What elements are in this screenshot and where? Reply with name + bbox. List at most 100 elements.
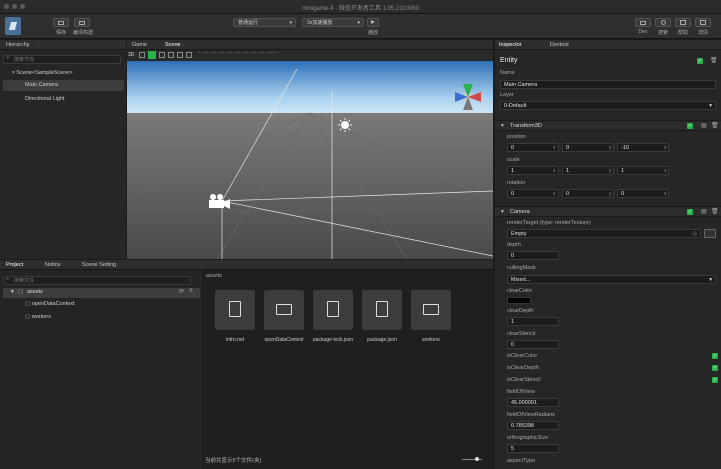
file-name: package.json [367, 337, 397, 343]
save-button[interactable] [53, 18, 69, 27]
scene-toolbar: 3D [127, 50, 493, 60]
search-icon [660, 20, 666, 25]
window-title: minigame-II - 微信开发者工具 1.05.2110050 [302, 6, 419, 12]
tree-item-assets[interactable]: ▾ ▢ assets ⟳ ≡ [3, 288, 200, 298]
tab-hierarchy[interactable]: Hierarchy [6, 40, 30, 50]
depth-input[interactable]: 0 [507, 251, 559, 260]
tree-item-main-camera[interactable]: Main Camera [3, 80, 124, 91]
file-item[interactable]: package-lock.json [307, 290, 359, 348]
detail-button[interactable] [695, 18, 711, 27]
tree-item-directional-light[interactable]: Directional Light [25, 96, 64, 102]
entity-active-checkbox[interactable]: ✓ [697, 58, 703, 64]
dev-button[interactable] [635, 18, 651, 27]
rotation-z-input[interactable]: 0 [617, 189, 669, 198]
tree-item-label: Scene<SampleScene> [16, 70, 73, 76]
is-clear-depth-label: isClearDepth [507, 365, 539, 371]
run-mode-dropdown[interactable]: 普通运行 ▾ [233, 18, 296, 27]
scale-z-input[interactable]: 1 [617, 166, 669, 175]
file-thumb [362, 290, 402, 330]
name-input[interactable]: Main Camera [500, 80, 716, 89]
build-icon [79, 21, 85, 25]
copy-icon[interactable]: ▤ [701, 122, 707, 129]
scale-y-input[interactable]: 1 [562, 166, 614, 175]
tab-notice[interactable]: Notice [45, 260, 61, 270]
scene-panel: Game Scene 3D [127, 40, 493, 259]
scene-viewport[interactable] [127, 61, 493, 259]
rotation-y-input[interactable]: 0 [562, 189, 614, 198]
clear-depth-input[interactable]: 1 [507, 317, 559, 326]
help-button[interactable] [675, 18, 691, 27]
tab-scene[interactable]: Scene [165, 40, 181, 50]
zoom-slider-handle[interactable] [475, 457, 479, 461]
hand-tool-icon[interactable] [139, 52, 145, 58]
chevron-down-icon: ▾ [501, 123, 504, 129]
tab-menu-icon[interactable]: ⋮ [36, 40, 42, 50]
culling-mask-label: cullingMask [507, 265, 536, 271]
position-y-axis-label: y [609, 145, 612, 151]
position-z-input[interactable]: -10 [617, 143, 669, 152]
project-panel: Project Notice Scene Setting 搜索文件 ⌕ ▾ ▢ … [0, 260, 493, 469]
camera-section-header[interactable]: ▾ Camera ✓ ▤ 🗑 [495, 206, 721, 217]
fov-input[interactable]: 45.000001 [507, 398, 559, 407]
refresh-icon[interactable]: ⟳ [179, 288, 184, 295]
layer-value: 0-Default [504, 103, 527, 109]
tab-game[interactable]: Game [132, 40, 147, 50]
clear-color-swatch[interactable] [507, 297, 531, 304]
scale-x-input[interactable]: 1 [507, 166, 559, 175]
scale-tool-icon[interactable] [168, 52, 174, 58]
file-item[interactable]: package.json [356, 290, 408, 348]
tree-item-workers[interactable]: ▢ workers [25, 314, 51, 320]
transform-tool-icon[interactable] [186, 52, 192, 58]
copy-icon[interactable]: ▤ [701, 208, 707, 215]
file-item[interactable]: intro.md [209, 290, 261, 348]
detail-label: 详情 [697, 30, 708, 36]
delete-icon[interactable]: 🗑 [710, 57, 718, 64]
is-clear-stencil-checkbox[interactable]: ✓ [712, 377, 718, 383]
is-clear-depth-checkbox[interactable]: ✓ [712, 365, 718, 371]
tree-item-label: openDataContext [31, 301, 75, 307]
project-search-input[interactable]: 搜索文件 [3, 276, 191, 285]
chevron-down-icon: ▾ [357, 20, 360, 26]
file-item[interactable]: workers [405, 290, 457, 348]
position-y-input[interactable]: 0 [562, 143, 614, 152]
tab-inspector[interactable]: Inspector [499, 40, 522, 50]
move-tool-icon[interactable] [148, 51, 156, 59]
delete-icon[interactable]: 🗑 [711, 122, 719, 129]
rect-tool-icon[interactable] [177, 52, 183, 58]
sky [127, 61, 493, 113]
target-icon: ◎ [692, 231, 697, 237]
tab-scene-setting[interactable]: Scene Setting [82, 260, 116, 270]
inspector-panel: Inspector Devtool Entity ✓ 🗑 Name Main C… [495, 40, 721, 469]
culling-mask-dropdown[interactable]: Mixed... ▾ [507, 275, 716, 284]
mode-3d-toggle[interactable]: 3D [128, 52, 134, 58]
transform-enabled-checkbox[interactable]: ✓ [687, 123, 693, 129]
hierarchy-search-input[interactable]: 搜索节点 [3, 55, 121, 64]
tree-item-scene[interactable]: ▾ Scene<SampleScene> [12, 70, 73, 76]
zoom-slider[interactable] [462, 459, 482, 460]
build-button[interactable] [74, 18, 90, 27]
transform-section-header[interactable]: ▾ Transform3D ✓ ▤ 🗑 [495, 120, 721, 131]
render-target-field[interactable]: Empty ◎ [507, 229, 701, 238]
ortho-size-input[interactable]: 5 [507, 444, 559, 453]
tree-item-opendatacontext[interactable]: ▢ openDataContext [25, 301, 75, 307]
rotate-tool-icon[interactable] [159, 52, 165, 58]
speed-dropdown[interactable]: 3x加速播放 ▾ [302, 18, 364, 27]
tab-project[interactable]: Project [6, 260, 23, 270]
is-clear-color-checkbox[interactable]: ✓ [712, 353, 718, 359]
pick-asset-button[interactable] [704, 229, 716, 238]
scale-z-axis-label: z [664, 168, 667, 174]
tree-item-label: Main Camera [25, 82, 59, 88]
fov-radians-input[interactable]: 0.785398 [507, 421, 559, 430]
layer-dropdown[interactable]: 0-Default ▾ [500, 101, 716, 110]
tab-devtool[interactable]: Devtool [550, 40, 569, 50]
rotation-x-input[interactable]: 0 [507, 189, 559, 198]
clear-stencil-input[interactable]: 0 [507, 340, 559, 349]
position-x-input[interactable]: 0 [507, 143, 559, 152]
file-item[interactable]: openDataContext [258, 290, 310, 348]
delete-icon[interactable]: 🗑 [711, 208, 719, 215]
menu-icon[interactable]: ≡ [189, 288, 193, 294]
camera-enabled-checkbox[interactable]: ✓ [687, 209, 693, 215]
search-button[interactable] [655, 18, 671, 27]
render-target-value: Empty [511, 231, 527, 237]
play-button[interactable] [367, 18, 379, 27]
